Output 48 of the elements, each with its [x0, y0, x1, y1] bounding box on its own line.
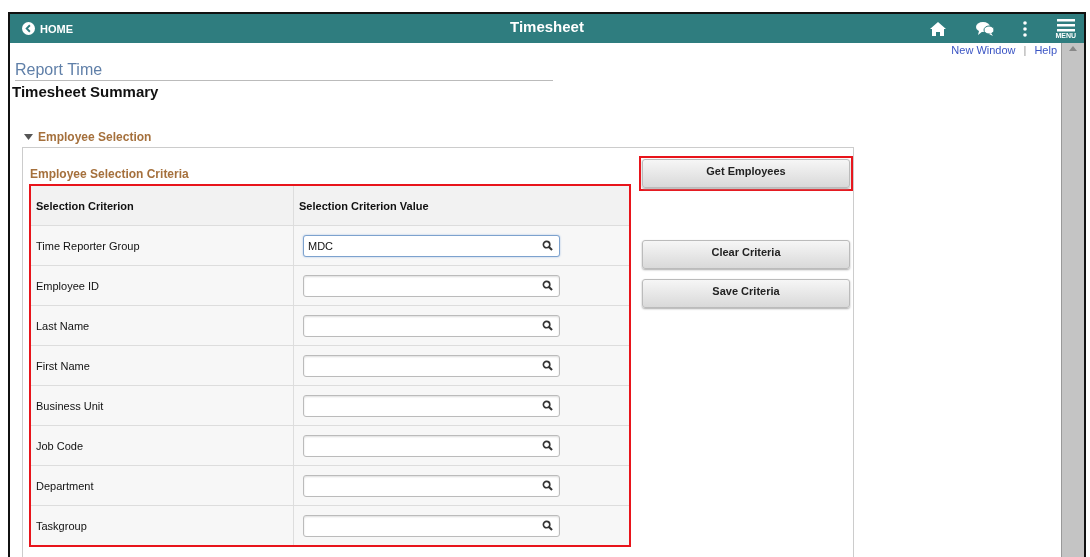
column-header: Selection Criterion Value — [298, 198, 430, 214]
chat-button[interactable] — [975, 20, 996, 37]
lookup-field[interactable] — [303, 514, 560, 537]
home-link[interactable]: HOME — [22, 22, 73, 35]
kebab-icon — [1023, 20, 1028, 37]
action-button[interactable]: Clear Criteria — [642, 240, 850, 269]
section-title[interactable]: Employee Selection — [38, 130, 152, 144]
lookup-field[interactable] — [303, 354, 560, 377]
lookup-field[interactable] — [303, 274, 560, 297]
back-icon — [22, 22, 35, 35]
lookup-field[interactable] — [303, 394, 560, 417]
collapse-icon[interactable] — [24, 134, 33, 140]
table-cell: Last Name — [31, 306, 294, 345]
more-button[interactable] — [1023, 20, 1028, 37]
table-cell: First Name — [31, 346, 294, 385]
column-header: Selection Criterion — [31, 186, 294, 225]
link-separator: | — [1023, 44, 1027, 58]
search-icon[interactable] — [542, 240, 553, 251]
new-window-link[interactable]: New Window — [951, 44, 1016, 59]
group-title: Employee Selection Criteria — [30, 167, 190, 181]
table-cell: Employee ID — [31, 266, 294, 305]
action-button[interactable]: Get Employees — [642, 159, 850, 188]
search-icon[interactable] — [542, 320, 553, 331]
home-button[interactable] — [929, 20, 948, 37]
chat-icon — [975, 20, 996, 37]
table-cell: Department — [31, 466, 294, 505]
page-title: Timesheet Summary — [12, 83, 160, 100]
lookup-field[interactable] — [303, 314, 560, 337]
table-cell: Business Unit — [31, 386, 294, 425]
help-link[interactable]: Help — [1034, 44, 1057, 59]
search-icon[interactable] — [542, 480, 553, 491]
action-button[interactable]: Save Criteria — [642, 279, 850, 308]
search-icon[interactable] — [542, 440, 553, 451]
table-cell: Job Code — [31, 426, 294, 465]
menu-icon — [1056, 18, 1075, 32]
page-header-title: Timesheet — [510, 18, 584, 35]
scrollbar[interactable] — [1061, 43, 1084, 557]
search-icon[interactable] — [542, 360, 553, 371]
table-cell: Taskgroup — [31, 506, 294, 545]
table-cell: Time Reporter Group — [31, 226, 294, 265]
search-icon[interactable] — [542, 520, 553, 531]
home-icon — [929, 20, 948, 37]
lookup-field[interactable] — [303, 434, 560, 457]
lookup-field[interactable] — [303, 474, 560, 497]
lookup-field[interactable]: MDC — [303, 234, 560, 257]
search-icon[interactable] — [542, 280, 553, 291]
breadcrumb: Report Time — [15, 59, 553, 81]
search-icon[interactable] — [542, 400, 553, 411]
